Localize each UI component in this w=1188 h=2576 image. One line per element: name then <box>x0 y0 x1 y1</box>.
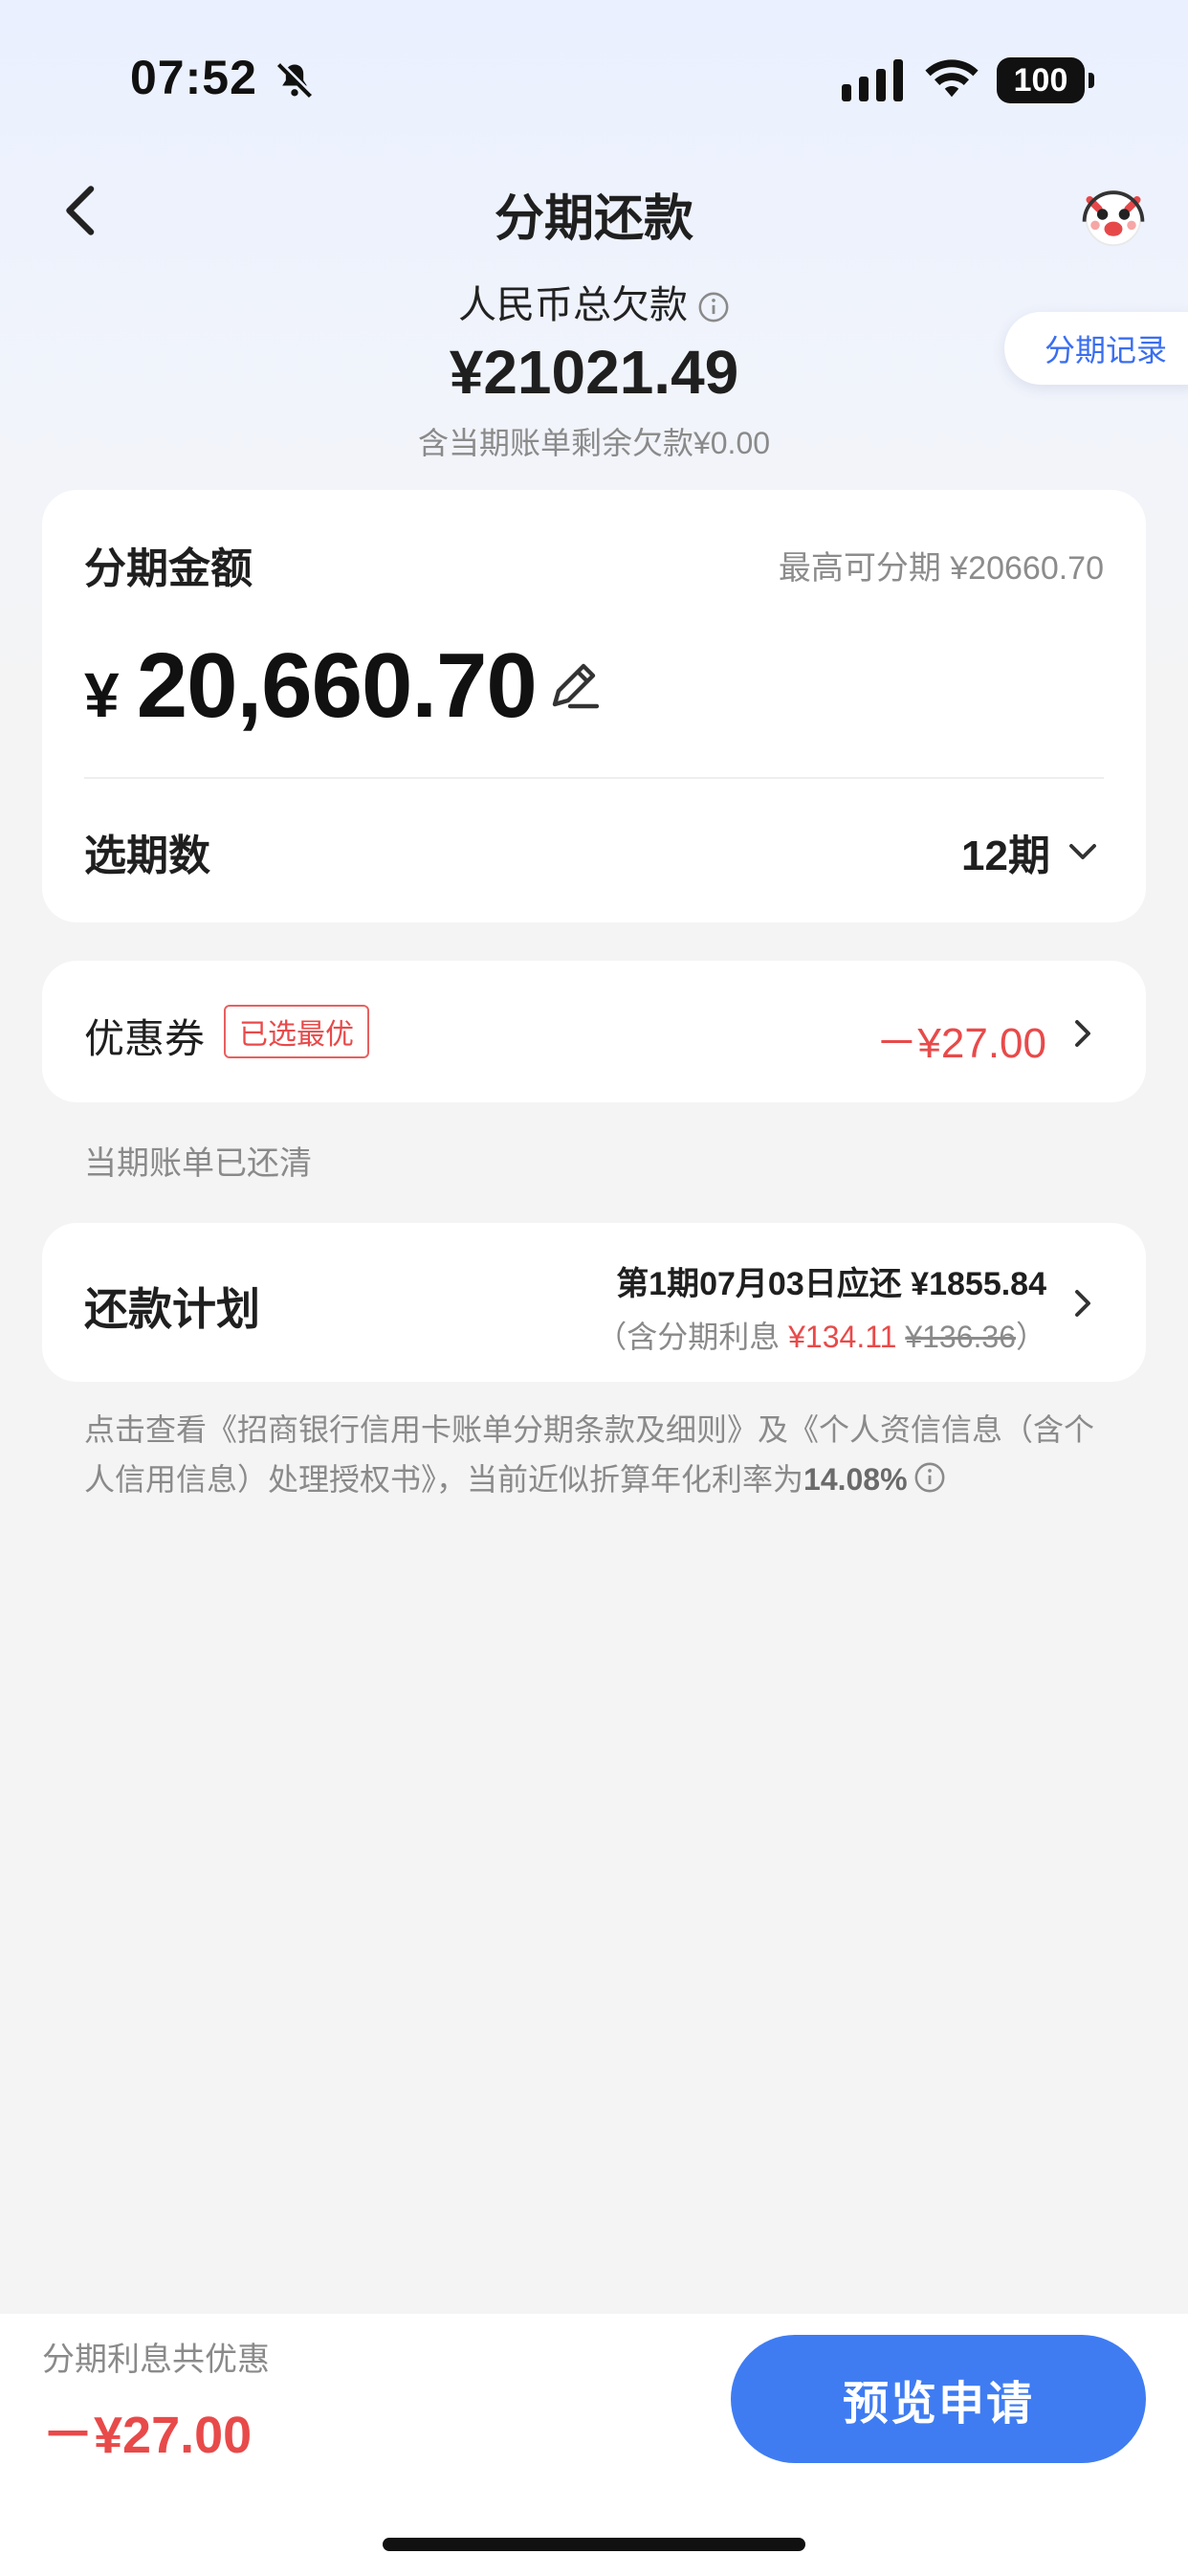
first-payment-text: 第1期07月03日应还 ¥1855.84 <box>616 1266 1046 1302</box>
interest-text: （含分期利息 ¥134.11 ¥136.36） <box>596 1313 1046 1357</box>
period-count-label: 选期数 <box>84 833 210 879</box>
interest-prefix: （含分期利息 <box>596 1320 789 1354</box>
interest-suffix: ） <box>1015 1320 1046 1354</box>
installment-amount: ¥ 20,660.70 <box>84 633 538 739</box>
interest-original: ¥136.36 <box>905 1320 1016 1354</box>
period-count-select[interactable]: 12期 <box>961 821 1050 882</box>
bill-cleared-note: 当期账单已还清 <box>84 1145 312 1182</box>
installment-amount-value: 20,660.70 <box>136 634 538 737</box>
terms-text[interactable]: 点击查看《招商银行信用卡账单分期条款及细则》及《个人资信信息（含个人信用信息）处… <box>84 1405 1117 1504</box>
bottom-bar: 分期利息共优惠 －¥27.00 预览申请 <box>0 2314 1188 2576</box>
chevron-right-icon[interactable] <box>1066 1286 1100 1321</box>
cellular-signal-icon <box>842 59 903 101</box>
total-debt-label-text: 人民币总欠款 <box>458 284 688 326</box>
installment-amount-card: 分期金额 最高可分期 ¥20660.70 ¥ 20,660.70 选期数 12期 <box>42 490 1146 922</box>
annual-rate: 14.08% <box>803 1462 908 1497</box>
interest-discount-label: 分期利息共优惠 <box>42 2342 270 2378</box>
chevron-right-icon[interactable] <box>1066 1016 1100 1051</box>
customer-service-mascot-icon[interactable] <box>1077 178 1150 251</box>
battery-indicator: 100 <box>997 57 1094 103</box>
repayment-plan-label: 还款计划 <box>84 1284 260 1334</box>
interest-discount-value: －¥27.00 <box>42 2407 253 2464</box>
total-debt-label: 人民币总欠款 <box>0 274 1188 329</box>
currency-symbol: ¥ <box>84 659 120 730</box>
interest-current: ¥134.11 <box>788 1320 897 1354</box>
total-debt-subtext: 含当期账单剩余欠款¥0.00 <box>417 426 771 460</box>
info-icon[interactable] <box>697 291 730 323</box>
page-title: 分期还款 <box>494 191 693 247</box>
coupon-best-tag: 已选最优 <box>224 1005 369 1058</box>
status-time: 07:52 <box>130 51 257 104</box>
divider <box>84 777 1104 779</box>
repayment-plan-row[interactable]: 还款计划 第1期07月03日应还 ¥1855.84 （含分期利息 ¥134.11… <box>42 1223 1146 1382</box>
coupon-row[interactable]: 优惠券 已选最优 －¥27.00 <box>42 961 1146 1102</box>
info-icon[interactable] <box>913 1461 946 1494</box>
chevron-down-icon[interactable] <box>1066 834 1100 869</box>
status-bar: 07:52 100 <box>0 0 1188 163</box>
bell-muted-icon <box>276 61 314 99</box>
installment-record-button[interactable]: 分期记录 <box>1004 312 1188 385</box>
preview-apply-button[interactable]: 预览申请 <box>731 2335 1146 2463</box>
home-indicator[interactable] <box>383 2538 805 2551</box>
wifi-icon <box>925 59 979 98</box>
coupon-discount: －¥27.00 <box>875 1020 1046 1067</box>
installment-amount-label: 分期金额 <box>84 545 253 592</box>
coupon-label: 优惠券 <box>84 1016 206 1061</box>
edit-pencil-icon[interactable] <box>543 655 605 716</box>
max-installment-text: 最高可分期 ¥20660.70 <box>778 550 1104 587</box>
